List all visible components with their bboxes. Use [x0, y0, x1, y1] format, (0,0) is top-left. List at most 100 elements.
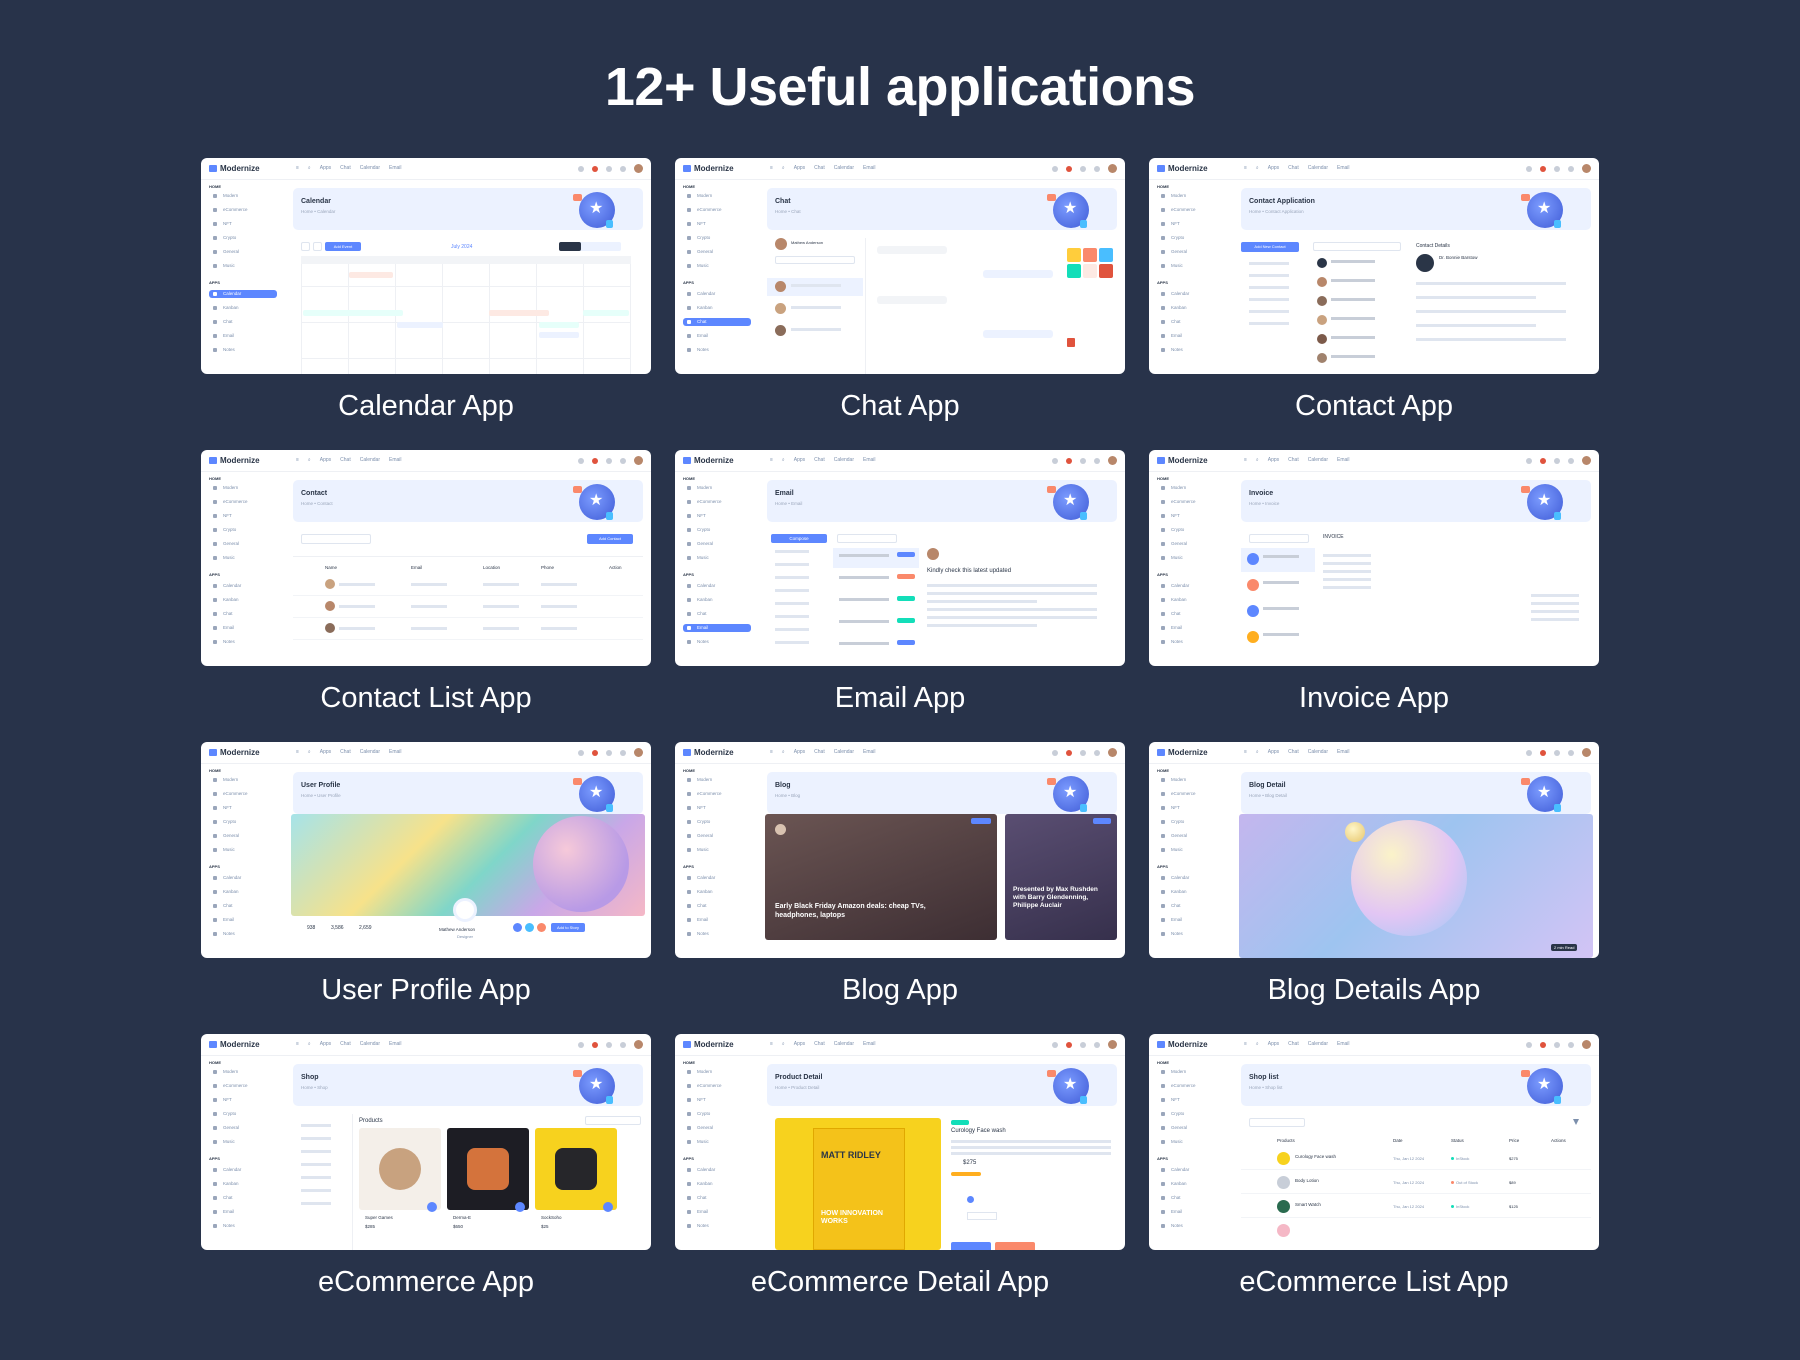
search-icon[interactable]: ⌕ [1256, 457, 1259, 463]
moon-icon[interactable] [1526, 165, 1532, 172]
app-preview-card[interactable]: Modernize ≡ ⌕ Apps Chat Calendar Email HOME Mode… [201, 742, 651, 958]
sidebar-item[interactable]: Notes [683, 1222, 751, 1230]
nav-link[interactable]: Calendar [834, 1041, 854, 1047]
app-preview-card[interactable]: Modernize ≡ ⌕ Apps Chat Calendar Email HOME Mode… [675, 1034, 1125, 1250]
sidebar-item[interactable]: eCommerce [1157, 790, 1225, 798]
nav-link[interactable]: Apps [320, 457, 331, 463]
sidebar-item[interactable]: Email [1157, 332, 1225, 340]
sidebar-item[interactable]: Notes [209, 930, 277, 938]
flag-icon[interactable] [592, 165, 598, 172]
nav-link[interactable]: Chat [340, 1041, 351, 1047]
brand-logo[interactable]: Modernize [209, 456, 260, 465]
sidebar-item[interactable]: Email [1157, 1208, 1225, 1216]
sidebar-item[interactable]: NFT [1157, 1096, 1225, 1104]
nav-link[interactable]: Email [389, 749, 402, 755]
sidebar-item[interactable]: Modern [209, 192, 277, 200]
sidebar-item[interactable]: Chat [683, 318, 751, 326]
add-contact-button[interactable]: Add New Contact [1241, 242, 1299, 252]
nav-link[interactable]: Email [1337, 749, 1350, 755]
sidebar-item[interactable]: Modern [1157, 484, 1225, 492]
bell-icon[interactable] [1568, 165, 1574, 172]
search-icon[interactable]: ⌕ [1256, 749, 1259, 755]
sidebar-item[interactable]: Modern [209, 1068, 277, 1076]
nav-link[interactable]: Apps [1268, 165, 1279, 171]
sidebar-item[interactable]: Email [209, 916, 277, 924]
sidebar-item[interactable]: Modern [209, 776, 277, 784]
moon-icon[interactable] [578, 1041, 584, 1048]
sidebar-item[interactable]: Chat [1157, 1194, 1225, 1202]
flag-icon[interactable] [1066, 457, 1072, 464]
sidebar-item[interactable]: Crypto [683, 818, 751, 826]
moon-icon[interactable] [1052, 457, 1058, 464]
nav-link[interactable]: Chat [814, 457, 825, 463]
app-preview-card[interactable]: Modernize ≡ ⌕ Apps Chat Calendar Email HOME Mode… [675, 450, 1125, 666]
sidebar-item[interactable]: Music [209, 554, 277, 562]
sidebar-item[interactable]: Kanban [209, 304, 277, 312]
sidebar-item[interactable]: Chat [683, 902, 751, 910]
sidebar-item[interactable]: Chat [209, 610, 277, 618]
avatar[interactable] [1108, 1040, 1117, 1049]
menu-icon[interactable]: ≡ [296, 1041, 299, 1047]
avatar[interactable] [1108, 164, 1117, 173]
sidebar-item[interactable]: Music [1157, 262, 1225, 270]
nav-link[interactable]: Calendar [834, 165, 854, 171]
sidebar-item[interactable]: Modern [683, 776, 751, 784]
sidebar-item[interactable]: Kanban [683, 888, 751, 896]
sidebar-item[interactable]: Modern [683, 192, 751, 200]
sidebar-item[interactable]: eCommerce [209, 498, 277, 506]
search-icon[interactable]: ⌕ [1256, 1041, 1259, 1047]
avatar[interactable] [1108, 748, 1117, 757]
sidebar-item[interactable]: Music [683, 554, 751, 562]
sidebar-item[interactable]: Chat [1157, 318, 1225, 326]
menu-icon[interactable]: ≡ [296, 165, 299, 171]
menu-icon[interactable]: ≡ [770, 457, 773, 463]
sidebar-item[interactable]: Email [209, 1208, 277, 1216]
sidebar-item[interactable]: NFT [1157, 512, 1225, 520]
nav-link[interactable]: Chat [340, 749, 351, 755]
nav-link[interactable]: Calendar [360, 749, 380, 755]
sidebar-item[interactable]: eCommerce [683, 1082, 751, 1090]
sidebar-item[interactable]: Chat [1157, 902, 1225, 910]
nav-link[interactable]: Apps [794, 1041, 805, 1047]
search-icon[interactable]: ⌕ [782, 1041, 785, 1047]
flag-icon[interactable] [592, 457, 598, 464]
sidebar-item[interactable]: NFT [683, 220, 751, 228]
sidebar-item[interactable]: Chat [209, 1194, 277, 1202]
sidebar-item[interactable]: Notes [209, 1222, 277, 1230]
sidebar-item[interactable]: Calendar [683, 290, 751, 298]
bell-icon[interactable] [1094, 457, 1100, 464]
sidebar-item[interactable]: Modern [1157, 776, 1225, 784]
sidebar-item[interactable]: Calendar [209, 582, 277, 590]
nav-link[interactable]: Apps [1268, 1041, 1279, 1047]
sidebar-item[interactable]: NFT [209, 220, 277, 228]
sidebar-item[interactable]: General [683, 1124, 751, 1132]
cart-icon[interactable] [606, 165, 612, 172]
menu-icon[interactable]: ≡ [770, 749, 773, 755]
sidebar-item[interactable]: Music [209, 846, 277, 854]
nav-link[interactable]: Calendar [1308, 1041, 1328, 1047]
flag-icon[interactable] [1540, 1041, 1546, 1048]
bell-icon[interactable] [620, 1041, 626, 1048]
moon-icon[interactable] [578, 165, 584, 172]
sidebar-item[interactable]: Crypto [1157, 526, 1225, 534]
bell-icon[interactable] [1094, 1041, 1100, 1048]
sidebar-item[interactable]: Kanban [1157, 1180, 1225, 1188]
nav-link[interactable]: Calendar [360, 1041, 380, 1047]
nav-link[interactable]: Email [389, 165, 402, 171]
sidebar-item[interactable]: NFT [683, 804, 751, 812]
blog-card[interactable] [765, 814, 997, 940]
sidebar-item[interactable]: Crypto [209, 818, 277, 826]
nav-link[interactable]: Apps [320, 749, 331, 755]
app-preview-card[interactable]: Modernize ≡ ⌕ Apps Chat Calendar Email HOME Mode… [675, 158, 1125, 374]
sidebar-item[interactable]: Calendar [209, 290, 277, 298]
brand-logo[interactable]: Modernize [1157, 456, 1208, 465]
sidebar-item[interactable]: General [209, 248, 277, 256]
sidebar-item[interactable]: Calendar [683, 1166, 751, 1174]
nav-link[interactable]: Chat [1288, 165, 1299, 171]
flag-icon[interactable] [1540, 165, 1546, 172]
bell-icon[interactable] [1568, 1041, 1574, 1048]
nav-link[interactable]: Calendar [1308, 457, 1328, 463]
app-preview-card[interactable]: Modernize ≡ ⌕ Apps Chat Calendar Email HOME Mode… [1149, 742, 1599, 958]
brand-logo[interactable]: Modernize [209, 748, 260, 757]
cart-icon[interactable] [1080, 165, 1086, 172]
